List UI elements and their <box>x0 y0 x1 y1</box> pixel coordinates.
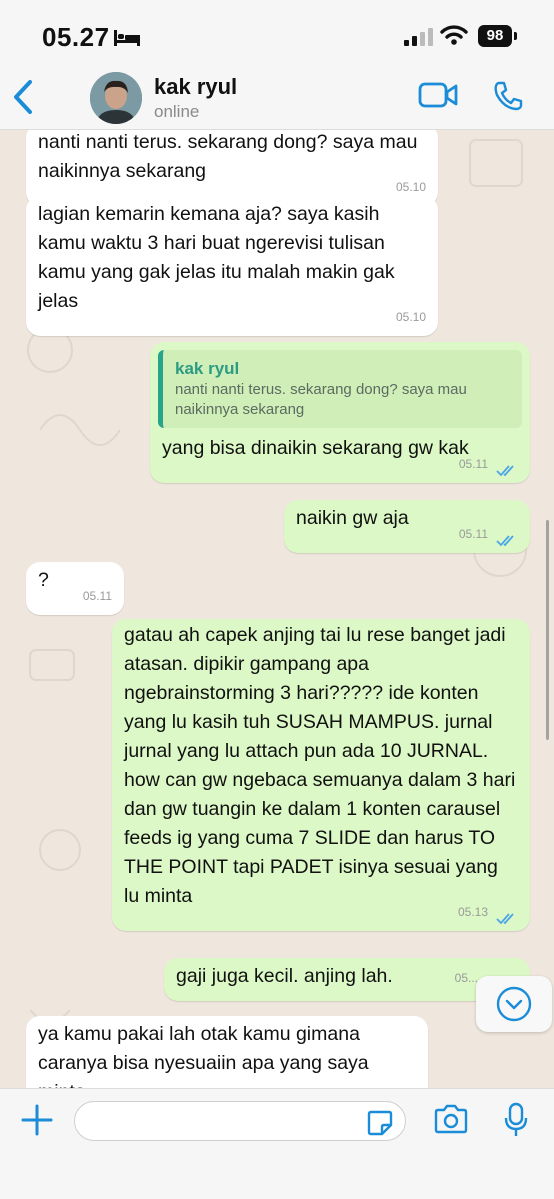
plus-icon[interactable] <box>20 1103 54 1137</box>
contact-name[interactable]: kak ryul <box>154 74 237 100</box>
message-bubble-incoming[interactable]: nanti nanti terus. sekarang dong? saya m… <box>26 130 438 206</box>
bed-icon <box>114 30 140 46</box>
message-bubble-outgoing[interactable]: kak ryul nanti nanti terus. sekarang don… <box>150 342 530 483</box>
avatar-image <box>90 72 142 124</box>
video-call-icon[interactable] <box>418 82 458 108</box>
camera-icon[interactable] <box>433 1104 469 1134</box>
message-bubble-incoming[interactable]: ya kamu pakai lah otak kamu gimana caran… <box>26 1016 428 1088</box>
message-text: lagian kemarin kemana aja? saya kasih ka… <box>38 203 395 312</box>
contact-status: online <box>154 102 200 121</box>
message-time: 05.13 <box>457 905 488 919</box>
chevron-down-icon <box>496 986 532 1022</box>
double-check-icon <box>496 913 514 925</box>
sticker-icon[interactable] <box>366 1109 394 1137</box>
message-text: gatau ah capek anjing tai lu rese banget… <box>124 624 516 907</box>
message-text: nanti nanti terus. sekarang dong? saya m… <box>38 131 418 182</box>
message-bubble-outgoing[interactable]: gatau ah capek anjing tai lu rese banget… <box>112 619 530 931</box>
battery-indicator: 98 <box>478 25 512 47</box>
message-time: 05.10 <box>395 310 426 324</box>
message-input[interactable] <box>74 1101 406 1141</box>
avatar[interactable] <box>90 72 142 124</box>
status-time: 05.27 <box>42 22 110 52</box>
double-check-icon <box>496 465 514 477</box>
scrollbar[interactable] <box>546 520 549 740</box>
mic-icon[interactable] <box>503 1102 529 1138</box>
message-time: 05.11 <box>82 589 112 603</box>
chat-area[interactable]: nanti nanti terus. sekarang dong? saya m… <box>0 130 554 1088</box>
phone-call-icon[interactable] <box>492 80 524 112</box>
quote-text: nanti nanti terus. sekarang dong? saya m… <box>175 381 467 418</box>
signal-icon <box>404 28 433 46</box>
message-bubble-incoming[interactable]: lagian kemarin kemana aja? saya kasih ka… <box>26 196 438 336</box>
wifi-icon <box>440 25 468 45</box>
scroll-to-bottom-button[interactable] <box>476 976 552 1032</box>
input-bar <box>0 1088 554 1199</box>
message-bubble-incoming[interactable]: ? 05.11 <box>26 562 124 615</box>
battery-nub <box>514 32 517 40</box>
back-icon[interactable] <box>10 78 38 116</box>
message-time: 05... <box>454 971 478 985</box>
quote-author: kak ryul <box>175 359 240 378</box>
message-time: 05.11 <box>458 457 488 471</box>
double-check-icon <box>496 535 514 547</box>
message-bubble-outgoing[interactable]: naikin gw aja 05.11 <box>284 500 530 553</box>
quoted-message[interactable]: kak ryul nanti nanti terus. sekarang don… <box>158 350 522 428</box>
message-time: 05.11 <box>458 527 488 541</box>
message-text: ya kamu pakai lah otak kamu gimana caran… <box>38 1023 369 1088</box>
top-bar: 05.27 98 kak ryul online <box>0 0 554 130</box>
